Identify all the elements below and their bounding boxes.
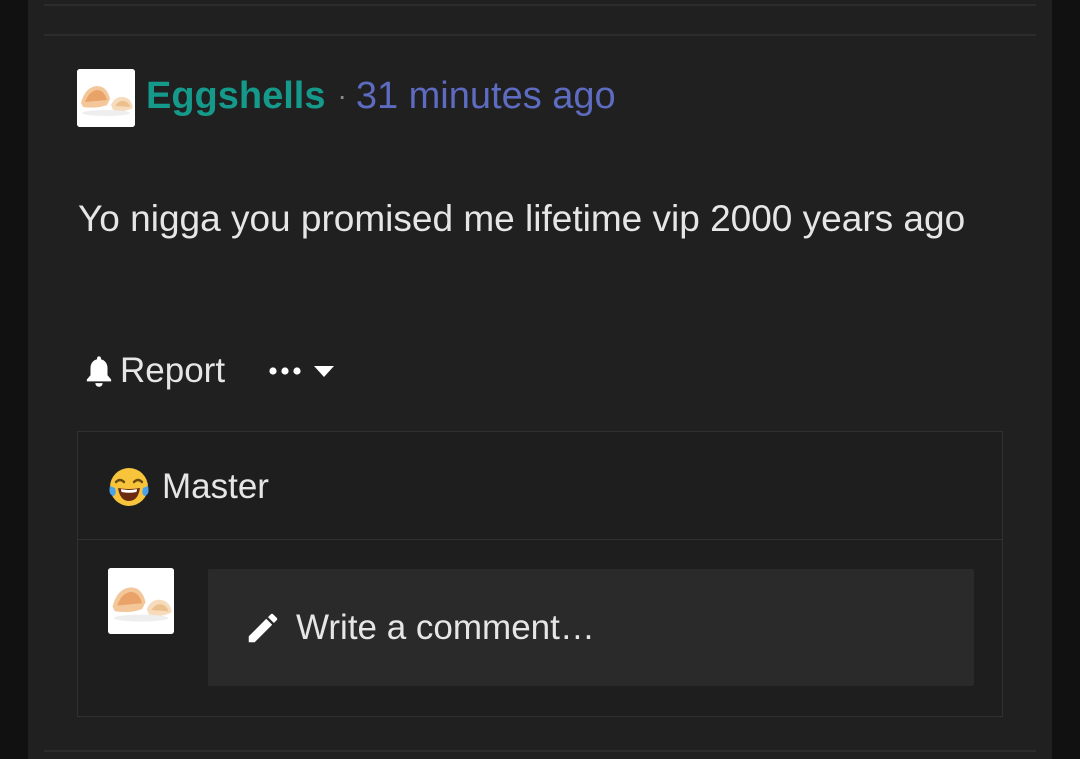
eggshell-icon [77,69,135,127]
caret-down-icon [314,366,335,377]
write-comment-field[interactable]: Write a comment… [208,569,974,686]
current-user-avatar[interactable] [108,568,174,634]
bell-icon [86,356,112,387]
meta-separator: · [337,80,347,111]
ellipsis-icon [269,367,301,375]
post-body: Yo nigga you promised me lifetime vip 20… [78,198,966,239]
page: Eggshells · 31 minutes ago Yo nigga you … [0,0,1080,759]
comment-placeholder: Write a comment… [296,607,595,647]
laughing-crying-emoji-icon [109,468,149,506]
author-avatar[interactable] [77,69,135,127]
eggshell-icon [108,568,174,634]
reaction-username[interactable]: Master [162,467,269,507]
divider [44,34,1036,36]
post-timestamp[interactable]: 31 minutes ago [356,75,616,118]
divider [78,539,1002,540]
replies-section: Master Write a comment… [77,431,1003,717]
report-button[interactable]: Report [84,351,225,391]
post-meta: Eggshells · 31 minutes ago [146,72,616,120]
divider [44,750,1036,752]
reaction-row: Master [108,462,269,512]
more-options-button[interactable] [269,364,335,378]
post-actions: Report [84,348,335,394]
pencil-icon [248,613,278,642]
divider [44,4,1036,6]
author-name[interactable]: Eggshells [146,75,326,118]
report-label: Report [120,351,226,390]
